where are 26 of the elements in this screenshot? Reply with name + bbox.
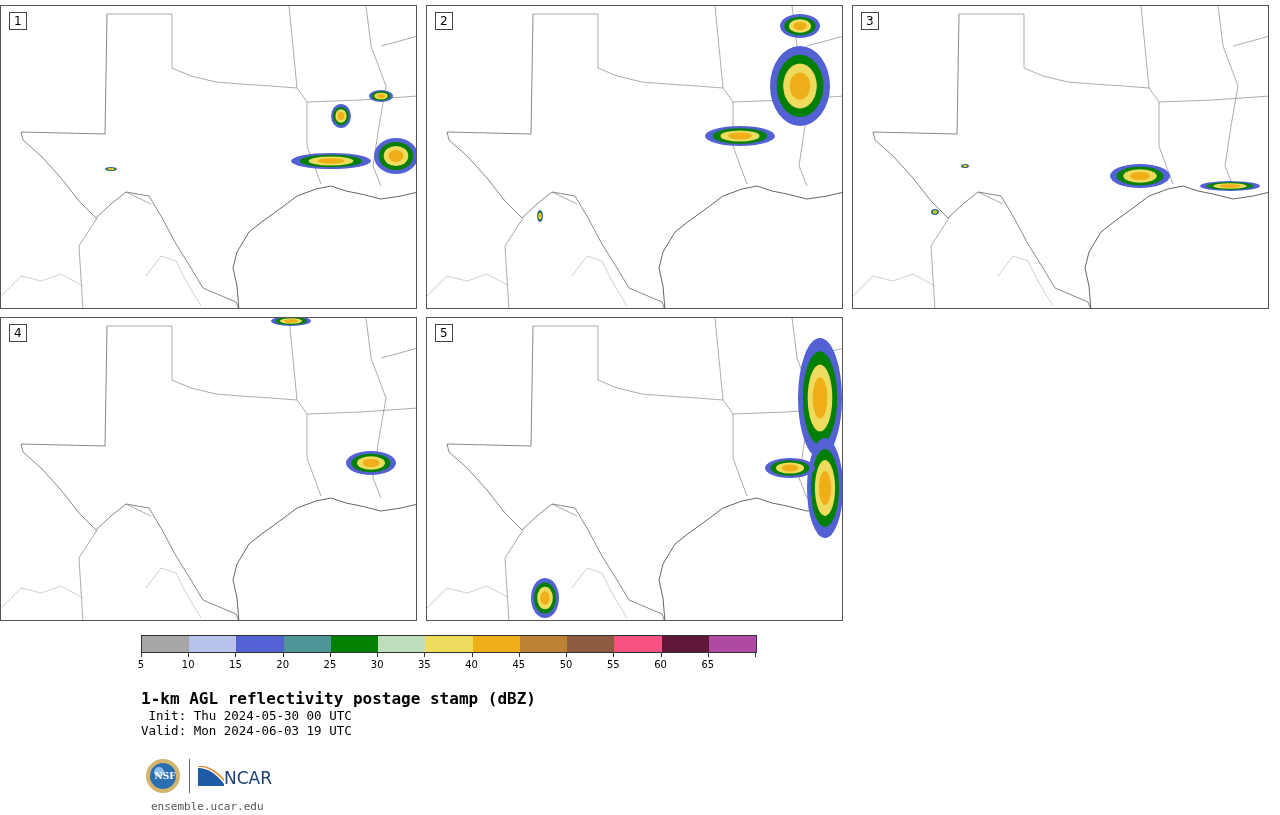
scale-tick-label: 40 (465, 659, 478, 670)
scale-tick-label: 25 (323, 659, 337, 670)
scale-tick-label: 5 (137, 659, 145, 670)
scale-tick-label: 35 (418, 659, 431, 670)
scale-tick-label: 15 (229, 659, 242, 670)
panel-number: 3 (861, 12, 879, 30)
seal-text: NSF (153, 771, 177, 781)
scale-tick-label: 20 (276, 659, 290, 670)
swoosh-logo-icon (198, 766, 224, 786)
panel-number: 1 (9, 12, 27, 30)
chart-title: 1-km AGL reflectivity postage stamp (dBZ) (141, 689, 537, 708)
site-link[interactable]: ensemble.ucar.edu (151, 800, 264, 813)
panel-number: 2 (435, 12, 453, 30)
scale-tick-label: 30 (370, 659, 384, 670)
panel-number: 4 (9, 324, 27, 342)
init-time: Init: Thu 2024-05-30 00 UTC (147, 708, 353, 723)
scale-tick-label: 60 (654, 659, 667, 670)
scale-tick-label: 55 (606, 659, 620, 670)
scale-tick-label: 45 (512, 659, 526, 670)
seal-logo-icon (145, 758, 181, 794)
scale-tick-label: 65 (701, 659, 715, 670)
scale-tick-label: 10 (181, 659, 195, 670)
valid-time: Valid: Mon 2024-06-03 19 UTC (141, 723, 353, 738)
logo-text: NCAR (224, 768, 273, 788)
scale-tick-label: 50 (559, 659, 573, 670)
panel-number: 5 (435, 324, 453, 342)
